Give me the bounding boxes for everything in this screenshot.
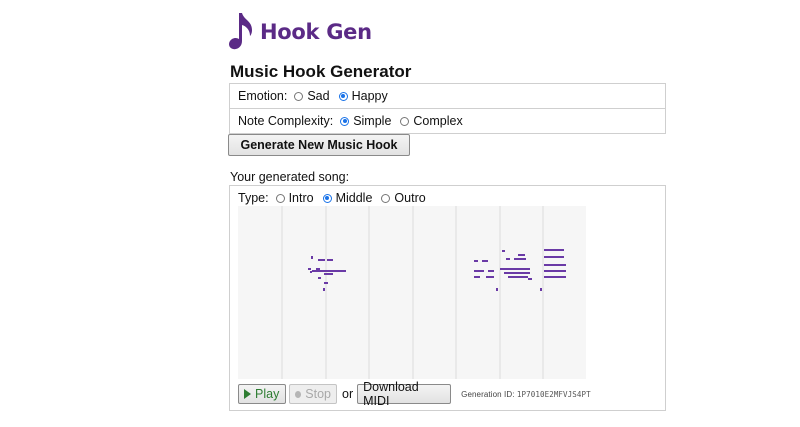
piano-roll-note	[308, 268, 311, 270]
piano-roll-note	[544, 270, 566, 272]
stop-icon	[295, 390, 302, 398]
emotion-sad-label[interactable]: Sad	[307, 89, 329, 103]
generation-id: Generation ID: 1P7010E2MFVJS4PT	[461, 390, 591, 399]
song-label: Your generated song:	[230, 170, 350, 184]
piano-roll-note	[496, 288, 498, 291]
complexity-complex-label[interactable]: Complex	[413, 114, 462, 128]
page-title: Music Hook Generator	[230, 62, 412, 81]
piano-roll-note	[518, 254, 525, 256]
piano-roll-note	[506, 258, 510, 260]
piano-roll-note	[324, 273, 333, 275]
type-middle-radio[interactable]	[322, 193, 332, 203]
type-row: Type: Intro Middle Outro	[238, 190, 432, 206]
type-outro-label[interactable]: Outro	[394, 191, 425, 205]
type-outro-radio[interactable]	[381, 193, 391, 203]
piano-roll-note	[544, 276, 566, 278]
emotion-label: Emotion:	[238, 89, 288, 103]
piano-roll-note	[327, 259, 333, 261]
piano-roll-note	[508, 276, 528, 278]
piano-roll-note	[544, 256, 564, 258]
piano-roll-canvas	[281, 206, 566, 379]
piano-roll-note	[474, 270, 484, 272]
piano-roll-note	[482, 260, 488, 262]
piano-roll-note	[486, 276, 494, 278]
piano-roll-note	[337, 270, 345, 272]
complexity-label: Note Complexity:	[238, 114, 334, 128]
emotion-happy-label[interactable]: Happy	[352, 89, 388, 103]
piano-roll-note	[323, 288, 325, 291]
piano-roll-note	[488, 270, 494, 272]
piano-roll-note	[544, 264, 566, 266]
type-intro-radio[interactable]	[275, 193, 285, 203]
or-text: or	[342, 387, 354, 401]
play-button[interactable]: Play	[238, 384, 286, 404]
type-label: Type:	[238, 191, 269, 205]
generate-button[interactable]: Generate New Music Hook	[228, 134, 410, 156]
piano-roll-note	[318, 277, 321, 279]
brand-name: Hook Gen	[260, 20, 372, 44]
complexity-simple-radio[interactable]	[340, 116, 350, 126]
music-note-icon	[229, 13, 252, 50]
piano-roll-note	[504, 272, 530, 274]
generation-id-label: Generation ID:	[461, 389, 515, 399]
piano-roll[interactable]	[238, 206, 586, 379]
piano-roll-note	[528, 278, 532, 280]
piano-roll-note	[544, 249, 564, 251]
stop-button[interactable]: Stop	[289, 384, 337, 404]
piano-roll-note	[474, 260, 478, 262]
options-panel: Emotion: Sad Happy Note Complexity: Simp…	[229, 83, 666, 134]
type-middle-label[interactable]: Middle	[336, 191, 373, 205]
piano-roll-note	[318, 259, 325, 261]
piano-roll-note	[514, 258, 526, 260]
piano-roll-note	[474, 276, 480, 278]
play-icon	[244, 389, 251, 399]
emotion-happy-radio[interactable]	[338, 91, 348, 101]
piano-roll-note	[316, 268, 320, 270]
emotion-row: Emotion: Sad Happy	[230, 84, 665, 108]
piano-roll-note	[540, 288, 542, 291]
piano-roll-note	[500, 268, 530, 270]
download-midi-button[interactable]: Download MIDI	[357, 380, 452, 408]
playback-controls: Play Stop or Download MIDI Generation ID…	[238, 380, 591, 408]
complexity-row: Note Complexity: Simple Complex	[230, 108, 665, 133]
brand-logo: Hook Gen	[228, 10, 372, 52]
stop-label: Stop	[305, 387, 331, 401]
generation-id-value: 1P7010E2MFVJS4PT	[516, 389, 591, 399]
complexity-simple-label[interactable]: Simple	[353, 114, 391, 128]
song-panel: Type: Intro Middle Outro Play Stop or Do…	[229, 185, 666, 411]
piano-roll-note	[310, 271, 312, 273]
complexity-complex-radio[interactable]	[400, 116, 410, 126]
piano-roll-note	[311, 256, 313, 259]
play-label: Play	[255, 387, 280, 401]
type-intro-label[interactable]: Intro	[289, 191, 314, 205]
piano-roll-note	[502, 250, 505, 252]
emotion-sad-radio[interactable]	[294, 91, 304, 101]
piano-roll-note	[324, 282, 328, 284]
